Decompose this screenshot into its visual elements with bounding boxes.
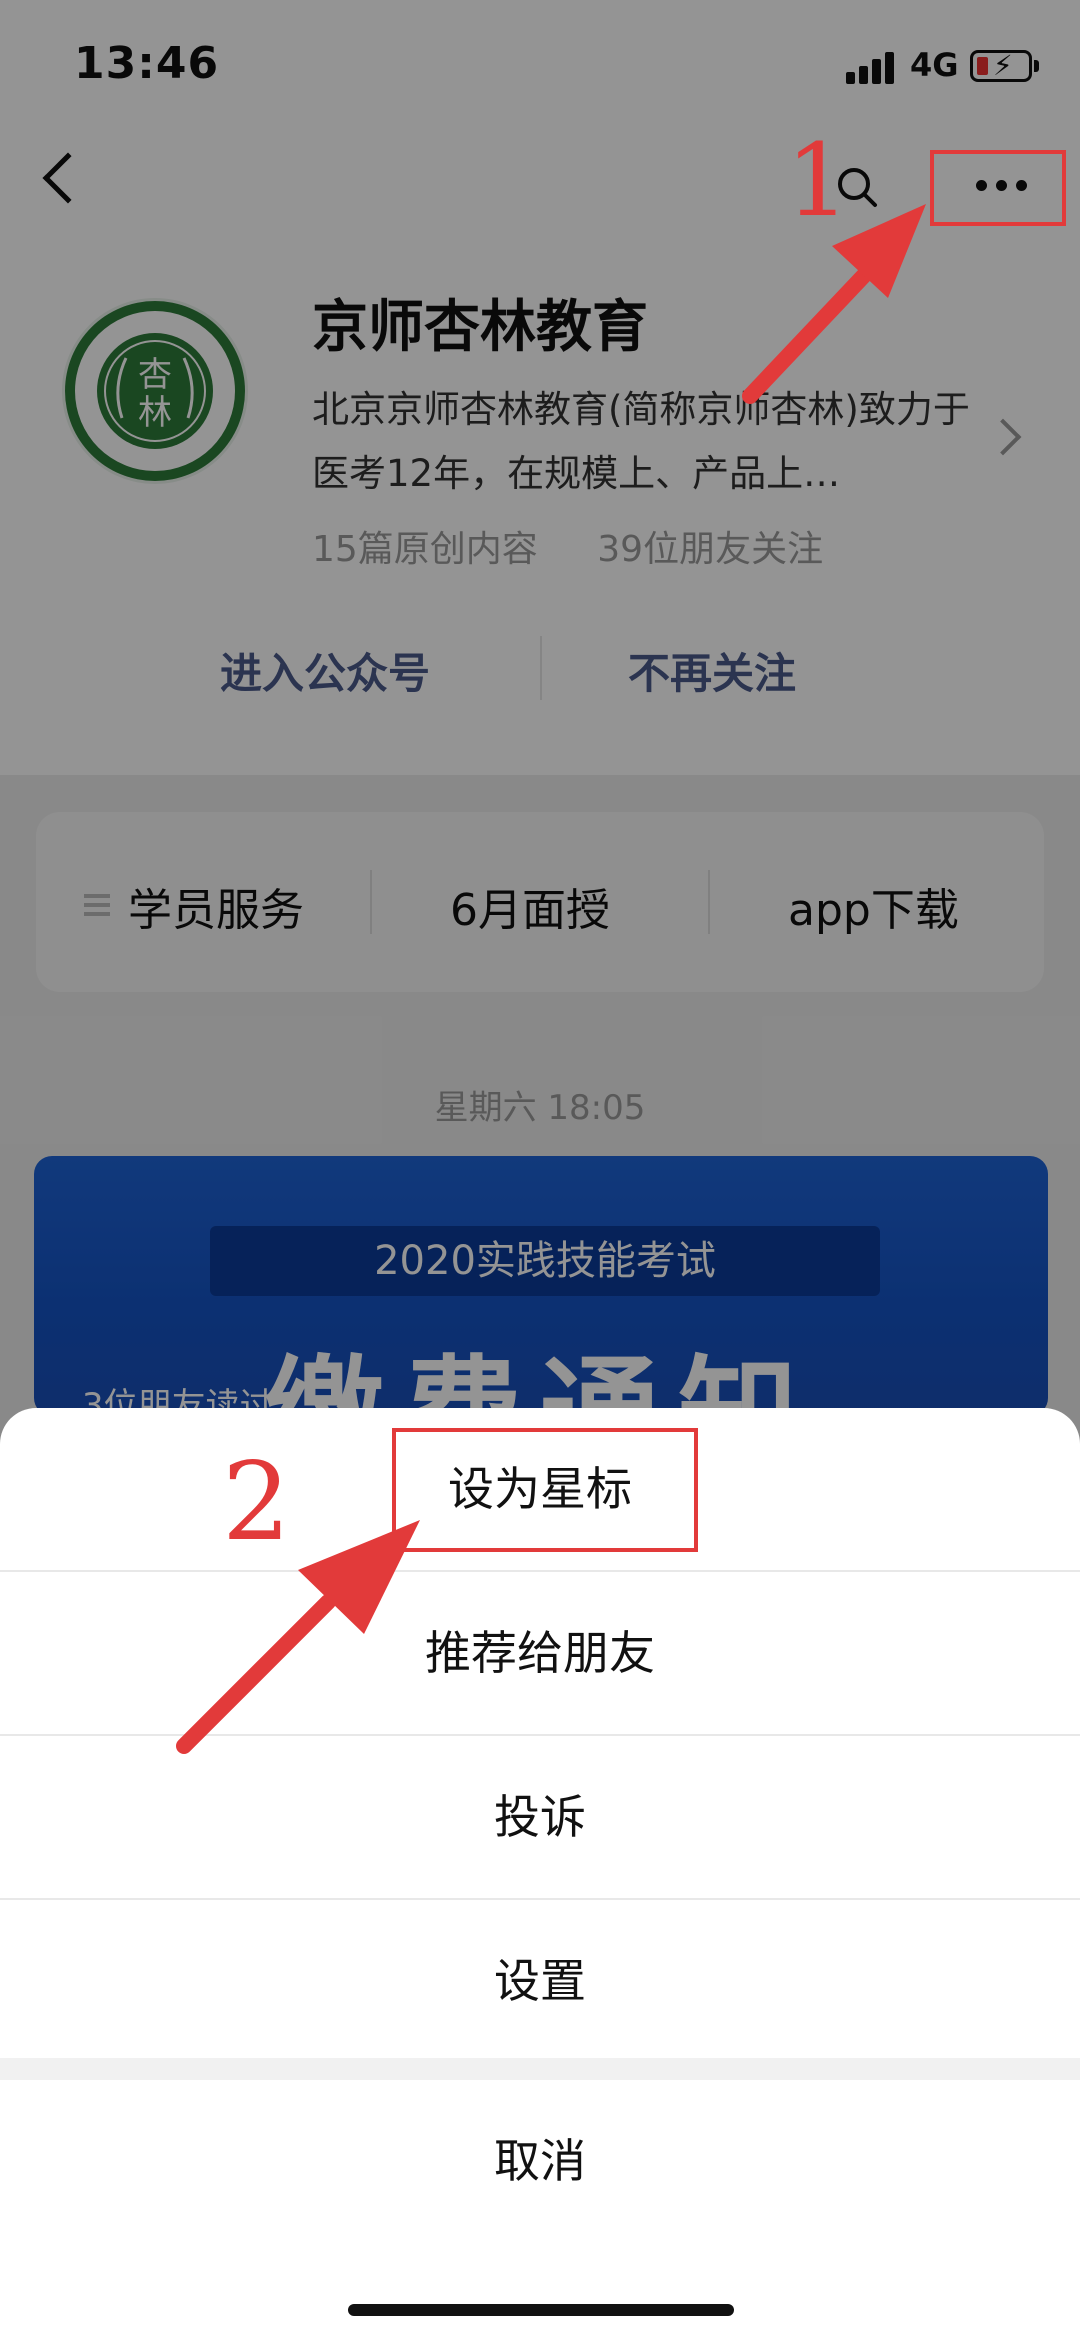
settings-button[interactable]: 设置 [0,1900,1080,2062]
sheet-gap [0,2058,1080,2080]
step-2-arrow-icon [176,1520,420,1754]
step-2-highlight-box [392,1428,698,1552]
cancel-button[interactable]: 取消 [0,2080,1080,2242]
step-1-arrow-icon [742,204,926,404]
complain-button[interactable]: 投诉 [0,1736,1080,1898]
recommend-to-friend-button[interactable]: 推荐给朋友 [0,1572,1080,1734]
home-indicator [348,2304,734,2316]
